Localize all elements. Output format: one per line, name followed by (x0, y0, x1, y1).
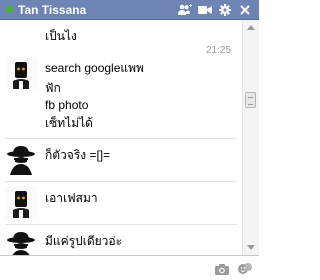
chat-window: Tan Tissana เป็นไง 21:25 search googleแพ… (0, 0, 259, 280)
titlebar-actions (173, 2, 253, 18)
settings-gear-icon[interactable] (217, 2, 233, 18)
message-text: เป็นไง (45, 29, 77, 43)
video-call-icon[interactable] (197, 2, 213, 18)
message-input[interactable] (4, 259, 208, 279)
message-text: search googleแพพ (45, 61, 144, 75)
message-scrollbar[interactable] (242, 20, 259, 255)
message-text: fb photo (45, 98, 89, 112)
message-history[interactable]: เป็นไง 21:25 search googleแพพ ฟัก fb pho… (0, 20, 242, 255)
spy-hat-avatar[interactable] (5, 143, 37, 175)
close-icon[interactable] (237, 2, 253, 18)
scrollbar-thumb[interactable] (245, 92, 256, 108)
scroll-down-arrow-icon[interactable] (247, 245, 255, 250)
masked-face-avatar[interactable] (5, 186, 37, 218)
message-divider (5, 224, 237, 225)
message-text: ฟัก (45, 81, 61, 95)
masked-face-avatar[interactable] (5, 57, 37, 89)
message-timestamp: 21:25 (206, 45, 232, 56)
spy-hat-avatar[interactable] (5, 229, 37, 255)
online-status-dot (6, 6, 13, 13)
message-divider (5, 138, 237, 139)
emoticon-icon[interactable] (237, 261, 253, 275)
chat-title[interactable]: Tan Tissana (18, 3, 173, 17)
message-text: เอาเฟสมา (45, 191, 98, 205)
message-text: ก็ตัวจริง =[]= (45, 148, 111, 162)
message-text: มีแค่รูปเดียวอ่ะ (45, 234, 123, 248)
message-text: เซ็ทไม่ได้ (45, 116, 93, 130)
message-composer (0, 255, 259, 280)
chat-titlebar[interactable]: Tan Tissana (0, 0, 259, 20)
message-divider (5, 181, 237, 182)
camera-icon[interactable] (214, 261, 230, 275)
add-friends-icon[interactable] (177, 2, 193, 18)
scroll-up-arrow-icon[interactable] (247, 25, 255, 30)
